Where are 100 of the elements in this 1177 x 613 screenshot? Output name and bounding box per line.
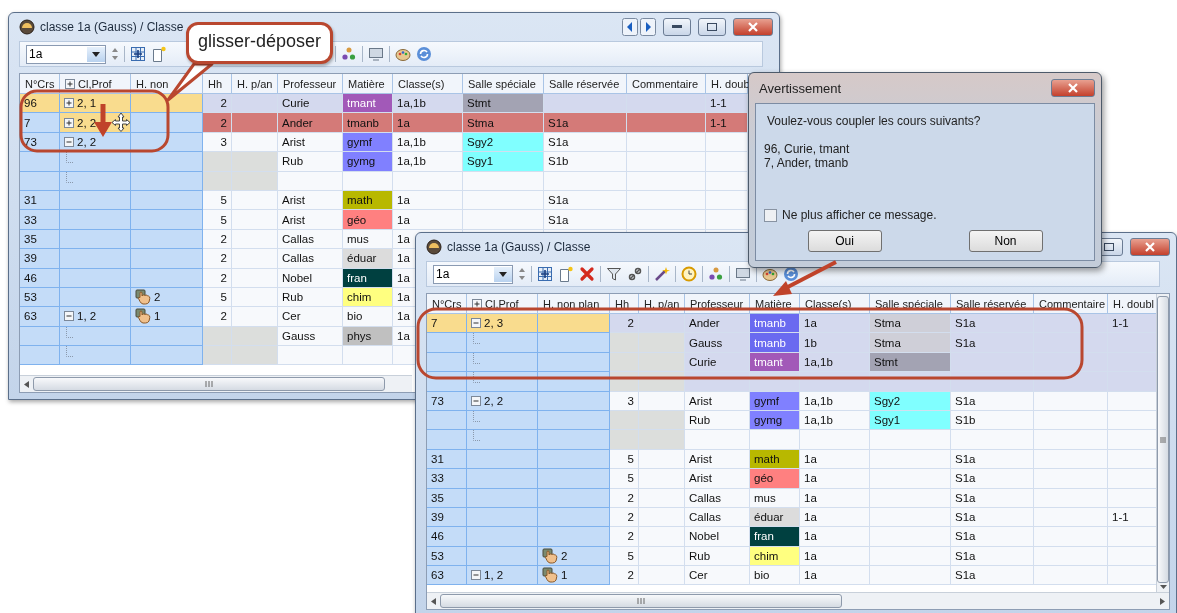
table-cell: chim [750, 546, 800, 567]
column-header[interactable]: Commentaire [627, 74, 706, 94]
expand-icon[interactable] [472, 298, 482, 309]
table-cell: tmanb [343, 113, 393, 133]
table-cell: Callas [278, 249, 343, 269]
column-header[interactable]: H. doubl [1108, 294, 1156, 314]
collapse-icon[interactable] [471, 318, 481, 329]
horizontal-scrollbar[interactable] [427, 592, 1169, 609]
class-dropdown[interactable]: 1a [433, 264, 513, 284]
horizontal-scrollbar[interactable] [20, 375, 412, 392]
scroll-right-icon[interactable] [1160, 597, 1165, 605]
table-icon[interactable] [130, 46, 146, 62]
monitor-icon[interactable] [368, 46, 384, 62]
magic-wand-icon[interactable] [654, 266, 670, 282]
checkbox[interactable] [764, 208, 777, 222]
chain-link-icon[interactable] [627, 266, 643, 282]
table-cell: tmanb [750, 314, 800, 334]
clock-icon[interactable] [681, 266, 697, 282]
collapse-icon[interactable] [64, 136, 74, 147]
move-cursor-icon [111, 112, 131, 132]
navigation-arrows-icon[interactable] [622, 18, 656, 36]
table-icon[interactable] [537, 266, 553, 282]
palette-icon[interactable] [762, 266, 778, 282]
window-title: classe 1a (Gauss) / Classe [40, 20, 184, 34]
collapse-icon[interactable] [64, 311, 74, 322]
spinner-icon[interactable] [518, 266, 526, 282]
close-icon [1068, 83, 1078, 93]
refresh-icon[interactable] [416, 46, 432, 62]
column-header[interactable]: H. p/an [232, 74, 278, 94]
scroll-left-icon[interactable] [24, 380, 29, 388]
table-cell: 53 [427, 546, 467, 567]
cell-text: 2 [561, 549, 568, 562]
people-icon[interactable] [341, 46, 357, 62]
table-cell: 1a [800, 449, 870, 470]
table-cell: Curie [685, 352, 750, 373]
close-button[interactable] [1130, 238, 1170, 256]
scroll-left-icon[interactable] [431, 597, 436, 605]
table-cell: Curie [278, 94, 343, 114]
spinner-icon[interactable] [111, 46, 119, 62]
close-button[interactable] [733, 18, 773, 36]
table-cell: S1a [544, 132, 627, 153]
maximize-button[interactable] [698, 18, 726, 36]
column-header[interactable]: Classe(s) [393, 74, 463, 94]
table-cell: 96 [20, 94, 60, 114]
scrollbar-thumb[interactable] [440, 594, 842, 608]
monitor-icon[interactable] [735, 266, 751, 282]
refresh-icon[interactable] [783, 266, 799, 282]
table-cell: 7 [20, 113, 60, 133]
scrollbar-thumb[interactable] [33, 377, 385, 391]
table-cell: 1a,1b [800, 391, 870, 411]
close-button[interactable] [1051, 79, 1095, 97]
table-cell: 1a [393, 113, 463, 133]
table-cell: 1-1 [706, 94, 748, 114]
table-cell: Arist [685, 469, 750, 489]
column-header[interactable]: Salle spéciale [463, 74, 544, 94]
table-cell: 1-1 [706, 113, 748, 133]
column-header[interactable]: Hh [203, 74, 232, 94]
table-cell: fran [750, 527, 800, 547]
class-dropdown[interactable]: 1a [26, 44, 106, 64]
table-cell: Sgy2 [463, 132, 544, 153]
table-cell: Cer [685, 566, 750, 586]
table-cell: 31 [20, 190, 60, 211]
scroll-down-icon[interactable] [1159, 585, 1167, 590]
table-cell: S1a [951, 469, 1034, 489]
new-document-icon[interactable] [558, 266, 574, 282]
table-cell: 39 [20, 249, 60, 269]
collapse-icon[interactable] [471, 570, 481, 581]
cell-text: 2, 2 [77, 116, 97, 129]
minimize-button[interactable] [663, 18, 691, 36]
delete-icon[interactable] [579, 266, 595, 282]
table-cell: 31 [427, 449, 467, 470]
column-header[interactable]: Professeur [278, 74, 343, 94]
tree-line [473, 430, 480, 442]
filter-icon[interactable] [606, 266, 622, 282]
tree-line [473, 410, 480, 422]
course-line: 96, Curie, tmant [764, 142, 851, 156]
table-cell: S1a [951, 449, 1034, 470]
dialog-button[interactable]: Oui [807, 230, 882, 252]
table-cell: chim [343, 287, 393, 308]
expand-icon[interactable] [65, 78, 75, 89]
new-document-icon[interactable] [151, 46, 167, 62]
column-header[interactable]: Matière [343, 74, 393, 94]
table-cell: Cer [278, 307, 343, 327]
table-cell: Stma [870, 333, 951, 353]
collapse-icon[interactable] [471, 395, 481, 406]
palette-icon[interactable] [395, 46, 411, 62]
column-header[interactable]: Salle réservée [544, 74, 627, 94]
table-cell: gymg [750, 410, 800, 431]
cell-text: 2, 2 [484, 394, 504, 407]
table-cell: Nobel [278, 268, 343, 288]
table-cell: Gauss [685, 333, 750, 353]
expand-icon[interactable] [64, 117, 74, 128]
table-cell: 1a [800, 507, 870, 528]
cell-text: 1, 2 [77, 310, 97, 323]
expand-icon[interactable] [64, 98, 74, 109]
table-cell: S1a [544, 210, 627, 230]
people-icon[interactable] [708, 266, 724, 282]
tree-line [473, 372, 480, 384]
dialog-button[interactable]: Non [968, 230, 1043, 252]
table-cell: 1a [800, 488, 870, 508]
